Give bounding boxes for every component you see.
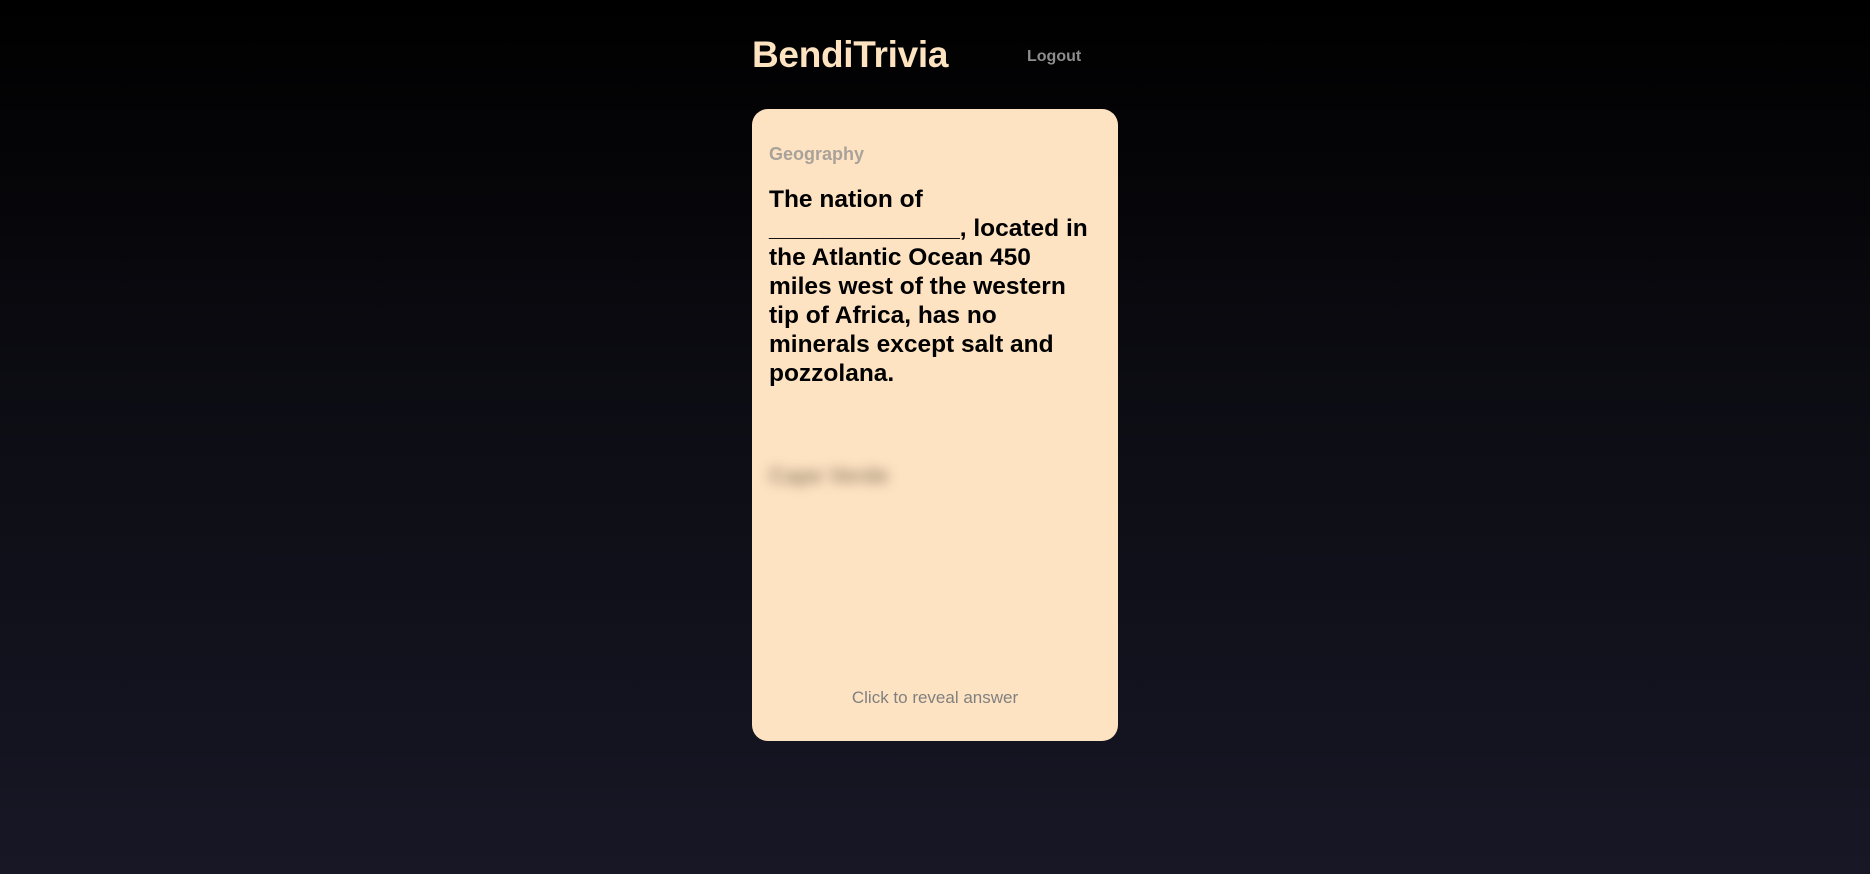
header: BendiTrivia Logout [752,30,1118,86]
logout-button[interactable]: Logout [1027,48,1081,66]
question-text: The nation of ______________, located in… [769,186,1088,387]
category-label: Geography [769,144,865,164]
app-title: BendiTrivia [752,34,949,75]
reveal-answer-hint[interactable]: Click to reveal answer [752,688,1118,708]
blurred-answer[interactable]: Cape Verde [769,463,889,489]
trivia-card[interactable]: Geography The nation of ______________, … [752,109,1118,741]
